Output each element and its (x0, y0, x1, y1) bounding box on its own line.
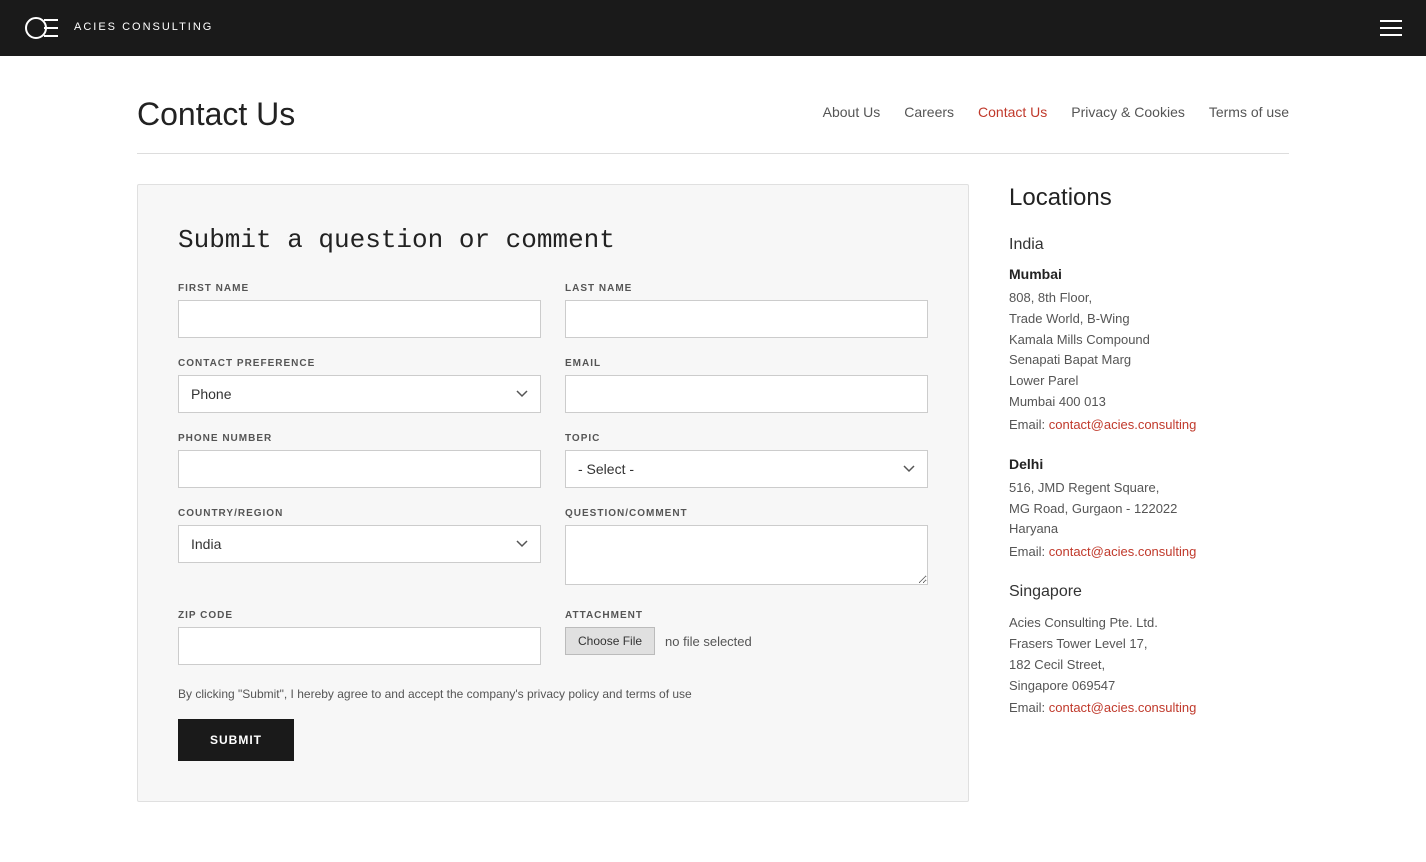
singapore-email-label: Email: (1009, 700, 1045, 715)
question-textarea[interactable] (565, 525, 928, 585)
header: ACIES CONSULTING (0, 0, 1426, 56)
delhi-city: Delhi (1009, 456, 1289, 472)
acies-logo-icon (24, 8, 64, 48)
topic-group: TOPIC - Select - General Inquiry Busines… (565, 433, 928, 488)
singapore-email: Email: contact@acies.consulting (1009, 700, 1289, 715)
first-name-group: FIRST NAME (178, 283, 541, 338)
zip-input[interactable] (178, 627, 541, 665)
attachment-group: ATTACHMENT Choose File no file selected (565, 610, 928, 665)
name-row: FIRST NAME LAST NAME (178, 283, 928, 338)
hamburger-menu[interactable] (1380, 20, 1402, 36)
zip-label: ZIP CODE (178, 610, 541, 621)
question-label: QUESTION/COMMENT (565, 508, 928, 519)
mumbai-email-label: Email: (1009, 417, 1045, 432)
delhi-email-link[interactable]: contact@acies.consulting (1049, 544, 1197, 559)
country-select[interactable]: India Singapore United States United Kin… (178, 525, 541, 563)
contact-preference-label: CONTACT PREFERENCE (178, 358, 541, 369)
main-content: Submit a question or comment FIRST NAME … (137, 184, 1289, 862)
phone-input[interactable] (178, 450, 541, 488)
singapore-email-link[interactable]: contact@acies.consulting (1049, 700, 1197, 715)
delhi-email: Email: contact@acies.consulting (1009, 544, 1289, 559)
nav-careers[interactable]: Careers (904, 104, 954, 120)
page-title: Contact Us (137, 96, 295, 133)
last-name-input[interactable] (565, 300, 928, 338)
first-name-input[interactable] (178, 300, 541, 338)
mumbai-city: Mumbai (1009, 266, 1289, 282)
email-label: EMAIL (565, 358, 928, 369)
country-group: COUNTRY/REGION India Singapore United St… (178, 508, 541, 590)
singapore-address: Acies Consulting Pte. Ltd. Frasers Tower… (1009, 613, 1289, 696)
delhi-email-label: Email: (1009, 544, 1045, 559)
zip-attachment-row: ZIP CODE ATTACHMENT Choose File no file … (178, 610, 928, 665)
top-section: Contact Us About Us Careers Contact Us P… (137, 56, 1289, 154)
phone-label: PHONE NUMBER (178, 433, 541, 444)
top-nav: About Us Careers Contact Us Privacy & Co… (823, 96, 1289, 120)
no-file-text: no file selected (665, 634, 752, 649)
topic-label: TOPIC (565, 433, 928, 444)
phone-group: PHONE NUMBER (178, 433, 541, 488)
mumbai-email-link[interactable]: contact@acies.consulting (1049, 417, 1197, 432)
attachment-area: Choose File no file selected (565, 627, 928, 655)
contact-preference-select[interactable]: Phone Email (178, 375, 541, 413)
email-input[interactable] (565, 375, 928, 413)
email-group: EMAIL (565, 358, 928, 413)
brand-name: ACIES CONSULTING (74, 20, 213, 35)
logo-area: ACIES CONSULTING (24, 8, 213, 48)
contact-form-card: Submit a question or comment FIRST NAME … (137, 184, 969, 802)
singapore-country: Singapore (1009, 583, 1289, 601)
india-country: India (1009, 236, 1289, 254)
nav-terms[interactable]: Terms of use (1209, 104, 1289, 120)
submit-button[interactable]: SUBMIT (178, 719, 294, 761)
delhi-address: 516, JMD Regent Square, MG Road, Gurgaon… (1009, 478, 1289, 540)
mumbai-address: 808, 8th Floor, Trade World, B-Wing Kama… (1009, 288, 1289, 413)
nav-contact-us[interactable]: Contact Us (978, 104, 1047, 120)
nav-about-us[interactable]: About Us (823, 104, 881, 120)
zip-group: ZIP CODE (178, 610, 541, 665)
phone-topic-row: PHONE NUMBER TOPIC - Select - General In… (178, 433, 928, 488)
nav-privacy[interactable]: Privacy & Cookies (1071, 104, 1185, 120)
country-label: COUNTRY/REGION (178, 508, 541, 519)
question-group: QUESTION/COMMENT (565, 508, 928, 590)
locations-sidebar: Locations India Mumbai 808, 8th Floor, T… (1009, 184, 1289, 802)
topic-select[interactable]: - Select - General Inquiry Business Deve… (565, 450, 928, 488)
form-title: Submit a question or comment (178, 225, 928, 255)
last-name-group: LAST NAME (565, 283, 928, 338)
country-question-row: COUNTRY/REGION India Singapore United St… (178, 508, 928, 590)
consent-text: By clicking "Submit", I hereby agree to … (178, 685, 928, 703)
preference-email-row: CONTACT PREFERENCE Phone Email EMAIL (178, 358, 928, 413)
attachment-label: ATTACHMENT (565, 610, 928, 621)
choose-file-button[interactable]: Choose File (565, 627, 655, 655)
mumbai-email: Email: contact@acies.consulting (1009, 417, 1289, 432)
last-name-label: LAST NAME (565, 283, 928, 294)
contact-preference-group: CONTACT PREFERENCE Phone Email (178, 358, 541, 413)
first-name-label: FIRST NAME (178, 283, 541, 294)
locations-title: Locations (1009, 184, 1289, 212)
